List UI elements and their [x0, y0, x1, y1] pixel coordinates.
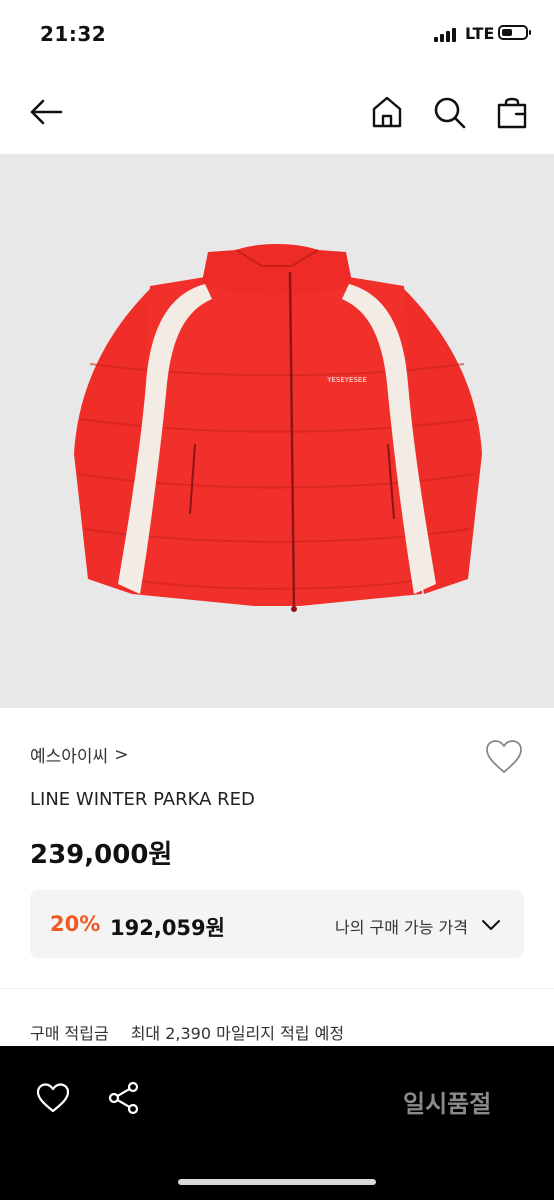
signal-icon	[434, 28, 458, 42]
my-price-box[interactable]: 20% 192,059원 나의 구매 가능 가격	[30, 890, 524, 958]
points-row: 구매 적립금 최대 2,390 마일리지 적립 예정	[30, 1020, 344, 1044]
brand-name: 예스아이씨	[30, 747, 109, 767]
chevron-down-icon[interactable]	[480, 914, 502, 936]
product-name: LINE WINTER PARKA RED	[30, 789, 255, 810]
jacket-logo-text: YESEYESEE	[326, 376, 367, 384]
bottom-action-bar: 일시품절	[0, 1046, 554, 1200]
points-value: 최대 2,390 마일리지 적립 예정	[130, 1024, 345, 1043]
sold-out-button[interactable]: 일시품절	[403, 1084, 491, 1119]
home-indicator[interactable]	[178, 1179, 376, 1185]
status-bar: 21:32 LTE	[0, 0, 554, 70]
heart-icon[interactable]	[35, 1080, 71, 1116]
status-time: 21:32	[40, 22, 107, 46]
my-price-label: 나의 구매 가능 가격	[334, 918, 468, 937]
discount-percent: 20%	[50, 912, 101, 936]
network-label: LTE	[465, 24, 495, 43]
battery-icon	[498, 25, 531, 40]
chevron-right-icon: >	[114, 744, 129, 765]
home-icon[interactable]	[369, 94, 405, 130]
back-arrow-icon[interactable]	[28, 94, 64, 130]
product-image[interactable]: YESEYESEE	[0, 154, 554, 708]
wishlist-heart-icon[interactable]	[484, 737, 524, 777]
share-icon[interactable]	[106, 1080, 142, 1116]
product-price: 239,000원	[30, 840, 173, 870]
search-icon[interactable]	[431, 94, 467, 130]
shopping-bag-icon[interactable]	[494, 94, 530, 130]
nav-bar	[0, 70, 554, 154]
points-label: 구매 적립금	[30, 1024, 109, 1043]
divider	[0, 988, 554, 989]
jacket-illustration: YESEYESEE	[0, 154, 554, 708]
discount-price: 192,059원	[110, 916, 225, 940]
brand-link[interactable]: 예스아이씨 >	[30, 742, 129, 768]
